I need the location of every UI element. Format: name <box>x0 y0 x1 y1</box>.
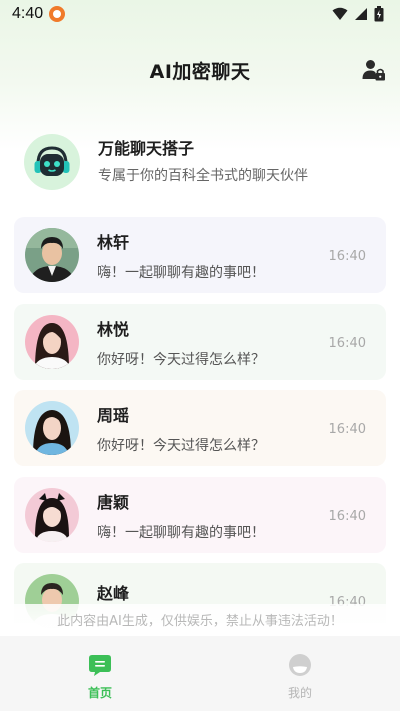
chat-item-linyue[interactable]: 林悦 你好呀！今天过得怎么样？ 16:40 <box>14 304 386 380</box>
tab-profile-label: 我的 <box>287 686 312 700</box>
featured-name: 万能聊天搭子 <box>98 139 195 158</box>
cellular-signal-icon <box>355 8 367 20</box>
chat-time: 16:40 <box>328 336 366 351</box>
chat-time: 16:40 <box>328 422 366 437</box>
page-title: AI加密聊天 <box>149 60 251 83</box>
status-bar: 4:40 <box>0 0 400 28</box>
chat-time: 16:40 <box>328 249 366 264</box>
featured-bot-item[interactable]: 万能聊天搭子 专属于你的百科全书式的聊天伙伴 <box>14 124 386 208</box>
avatar <box>25 401 79 455</box>
user-lock-icon <box>362 60 385 81</box>
chat-item-tangying[interactable]: 唐颖 嗨！一起聊聊有趣的事吧！ 16:40 <box>14 477 386 553</box>
chat-time: 16:40 <box>328 509 366 524</box>
profile-icon <box>289 654 311 676</box>
chat-last-message: 你好呀！今天过得怎么样？ <box>97 351 265 368</box>
featured-avatar <box>24 134 80 190</box>
battery-icon <box>374 6 384 22</box>
app-notification-icon <box>49 6 66 22</box>
app-header: AI加密聊天 <box>0 48 400 92</box>
chat-bubble-icon <box>89 655 111 676</box>
chat-last-message: 嗨！一起聊聊有趣的事吧！ <box>97 264 265 281</box>
chat-item-zhouyao[interactable]: 周瑶 你好呀！今天过得怎么样？ 16:40 <box>14 390 386 466</box>
chat-last-message: 你好呀！今天过得怎么样？ <box>97 437 265 454</box>
featured-description: 专属于你的百科全书式的聊天伙伴 <box>98 168 308 184</box>
user-lock-button[interactable] <box>362 58 386 82</box>
bottom-tab-bar: 首页 我的 <box>0 636 400 711</box>
chat-last-message: 嗨！一起聊聊有趣的事吧！ <box>97 524 265 541</box>
featured-text: 万能聊天搭子 专属于你的百科全书式的聊天伙伴 <box>98 134 308 186</box>
robot-headphones-icon <box>34 146 70 176</box>
avatar <box>25 228 79 282</box>
tab-home[interactable]: 首页 <box>0 636 200 711</box>
ai-disclaimer: 此内容由AI生成，仅供娱乐，禁止从事违法活动！ <box>0 604 400 634</box>
wifi-icon <box>332 7 348 20</box>
tab-home-label: 首页 <box>87 686 112 700</box>
avatar <box>25 315 79 369</box>
status-icons <box>332 6 384 22</box>
avatar <box>25 488 79 542</box>
tab-profile[interactable]: 我的 <box>200 636 400 711</box>
status-time: 4:40 <box>12 5 44 22</box>
chat-item-linxuan[interactable]: 林轩 嗨！一起聊聊有趣的事吧！ 16:40 <box>14 217 386 293</box>
